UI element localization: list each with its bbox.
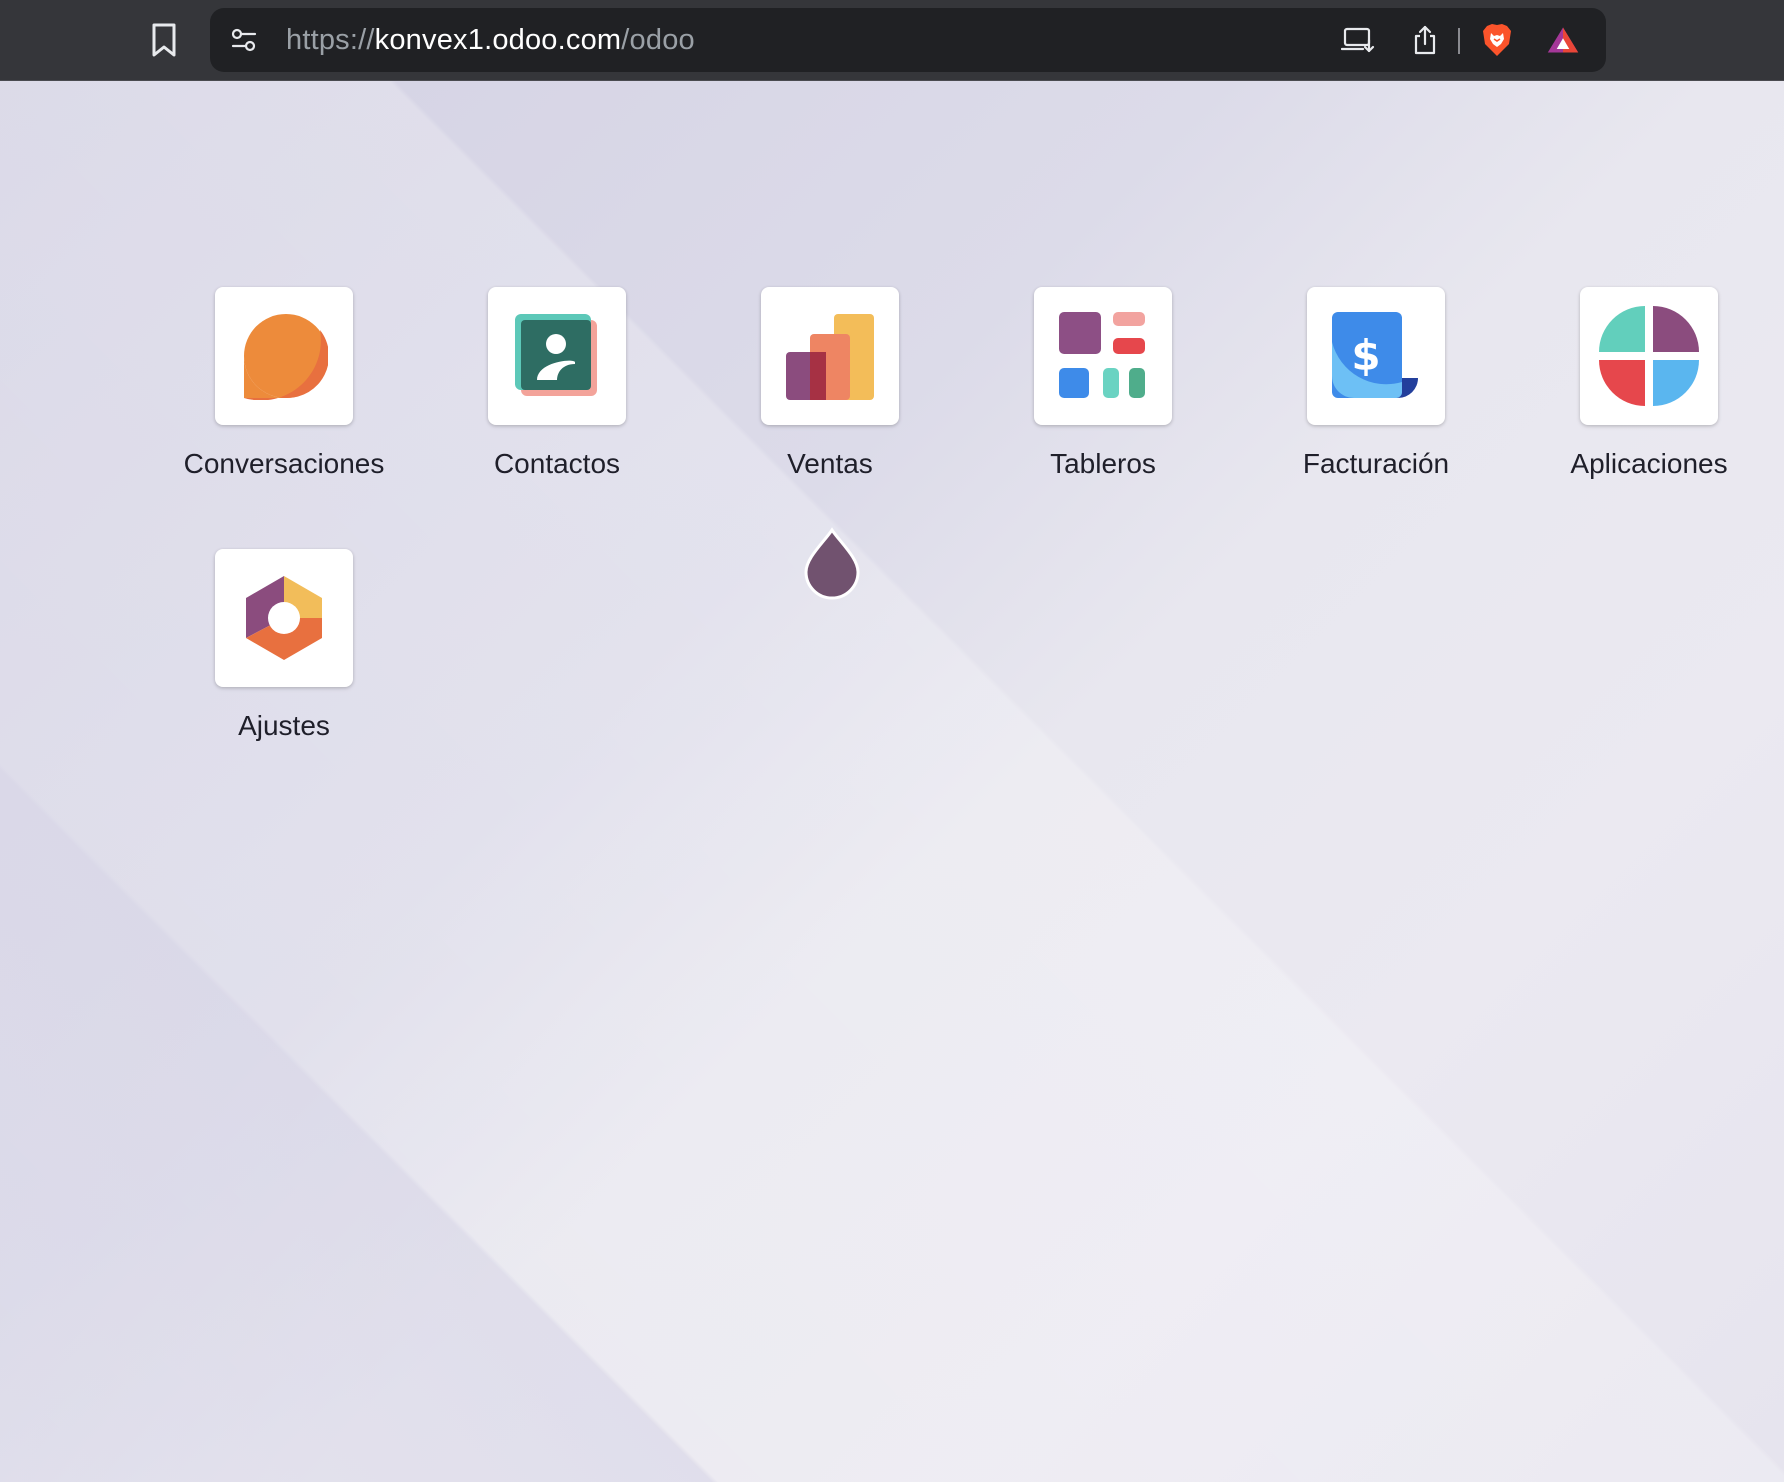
- app-contactos[interactable]: Contactos: [437, 287, 677, 497]
- bookmark-icon[interactable]: [146, 20, 182, 60]
- url-path: /odoo: [621, 24, 695, 56]
- app-aplicaciones[interactable]: Aplicaciones: [1529, 287, 1769, 497]
- facturacion-icon: $: [1307, 287, 1445, 425]
- url-scheme: https://: [286, 24, 375, 56]
- app-ajustes[interactable]: Ajustes: [164, 549, 404, 759]
- ventas-icon: [761, 287, 899, 425]
- svg-text:$: $: [1351, 331, 1380, 380]
- app-label: Contactos: [493, 448, 621, 479]
- browser-toolbar: https://konvex1.odoo.com/odoo: [0, 0, 1784, 81]
- toolbar-divider: [1458, 28, 1460, 54]
- install-app-icon[interactable]: [1341, 24, 1375, 56]
- conversaciones-icon: [215, 287, 353, 425]
- app-label: Tableros: [1050, 448, 1156, 479]
- app-ventas[interactable]: Ventas: [710, 287, 950, 497]
- app-conversaciones[interactable]: Conversaciones: [164, 287, 404, 497]
- share-icon[interactable]: [1408, 24, 1442, 56]
- app-label: Aplicaciones: [1570, 448, 1728, 479]
- mouse-cursor: [802, 526, 862, 602]
- aplicaciones-icon: [1580, 287, 1718, 425]
- brave-shield-icon[interactable]: [1480, 24, 1514, 56]
- contactos-icon: [488, 287, 626, 425]
- brave-rewards-icon[interactable]: [1546, 24, 1580, 56]
- tune-icon[interactable]: [228, 24, 260, 56]
- app-tableros[interactable]: Tableros: [983, 287, 1223, 497]
- ajustes-icon: [215, 549, 353, 687]
- app-label: Ajustes: [238, 710, 330, 741]
- url-host: konvex1.odoo.com: [374, 24, 622, 56]
- tableros-icon: [1034, 287, 1172, 425]
- app-label: Ventas: [787, 448, 873, 479]
- app-label: Facturación: [1302, 448, 1450, 479]
- app-label: Conversaciones: [183, 448, 385, 479]
- address-bar[interactable]: https://konvex1.odoo.com/odoo: [210, 8, 1606, 72]
- app-facturacion[interactable]: $ Facturación: [1256, 287, 1496, 497]
- url-text[interactable]: https://konvex1.odoo.com/odoo: [286, 23, 695, 57]
